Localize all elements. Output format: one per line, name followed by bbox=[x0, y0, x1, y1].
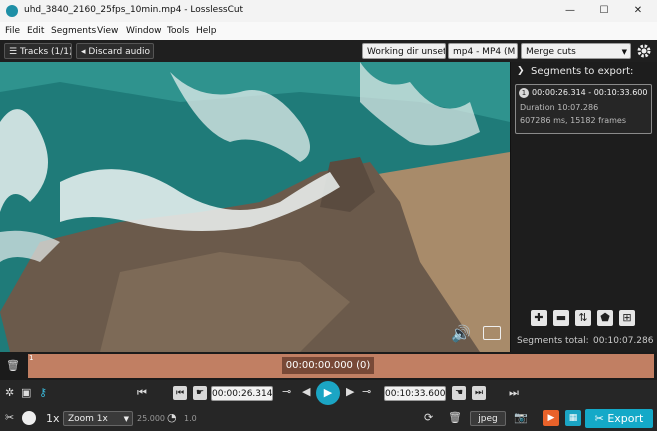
video-frame bbox=[0, 62, 510, 352]
image-icon[interactable]: ▣ bbox=[21, 386, 31, 399]
segment-marker: 1 bbox=[29, 354, 34, 362]
merge-cuts-label: Merge cuts bbox=[526, 47, 576, 57]
fps-value: 25.000 bbox=[137, 414, 165, 423]
playback-controls: ✲ ▣ ⚷ ⏮ ⏮ ☛ 00:00:26.314 ⊸ ◀ ▶ ▶ ⊸ 00:10… bbox=[0, 380, 657, 407]
reorder-segments-button[interactable]: ⇅ bbox=[575, 310, 591, 326]
key-start-icon[interactable]: ⊸ bbox=[282, 385, 291, 398]
working-dir-button[interactable]: Working dir unset bbox=[362, 43, 446, 59]
segments-total-label: Segments total: bbox=[517, 336, 589, 346]
tracks-label: Tracks (1/1) bbox=[19, 47, 72, 57]
segment-duration: Duration 10:07.286 bbox=[520, 103, 599, 112]
segments-total-value: 00:10:07.286 bbox=[593, 336, 654, 346]
menu-view[interactable]: View bbox=[97, 26, 118, 36]
title-bar: uhd_3840_2160_25fps_10min.mp4 - Lossless… bbox=[0, 0, 657, 22]
gear-small-icon[interactable]: ✲ bbox=[5, 386, 14, 399]
menu-tools[interactable]: Tools bbox=[167, 26, 189, 36]
zoom-label: Zoom 1x bbox=[68, 414, 108, 424]
segments-panel: ❯ Segments to export: 1 00:00:26.314 - 0… bbox=[510, 62, 657, 352]
split-segment-button[interactable]: ⊞ bbox=[619, 310, 635, 326]
scissors-export-icon: ✂ bbox=[594, 412, 608, 425]
set-cut-start-button[interactable]: ☛ bbox=[193, 386, 207, 400]
jump-cut-end-button[interactable]: ⏭ bbox=[472, 386, 486, 400]
format-select[interactable]: mp4 - MP4 (M bbox=[448, 43, 518, 59]
play-button[interactable]: ▶ bbox=[316, 381, 340, 405]
capture-format-select[interactable]: jpeg bbox=[470, 411, 506, 426]
set-cut-end-button[interactable]: ☚ bbox=[452, 386, 466, 400]
remove-segment-button[interactable]: ▬ bbox=[553, 310, 569, 326]
chevron-right-icon[interactable]: ❯ bbox=[517, 66, 525, 76]
calendar-icon[interactable]: ▦ bbox=[565, 410, 581, 426]
menu-edit[interactable]: Edit bbox=[27, 26, 44, 36]
menu-bar: File Edit Segments View Window Tools Hel… bbox=[0, 22, 657, 40]
cut-end-time-input[interactable]: 00:10:33.600 bbox=[384, 386, 446, 401]
key-icon[interactable]: ⚷ bbox=[39, 386, 47, 399]
toolbar: ☰ Tracks (1/1) ◂ Discard audio Working d… bbox=[0, 40, 657, 62]
segment-range: 00:00:26.314 - 00:10:33.600 bbox=[532, 88, 648, 97]
key-end-icon[interactable]: ⊸ bbox=[362, 385, 371, 398]
step-forward-icon[interactable]: ▶ bbox=[346, 385, 354, 398]
tracks-button[interactable]: ☰ Tracks (1/1) bbox=[4, 43, 72, 59]
export-label: Export bbox=[607, 412, 644, 425]
subtitles-icon[interactable] bbox=[483, 326, 501, 340]
zoom-select[interactable]: Zoom 1x ▼ bbox=[63, 411, 133, 426]
volume-icon[interactable]: 🔊 bbox=[451, 324, 471, 343]
export-mode-button[interactable]: ▶ bbox=[543, 410, 559, 426]
window-title: uhd_3840_2160_25fps_10min.mp4 - Lossless… bbox=[24, 5, 244, 15]
bottom-bar: ✂ 1x Zoom 1x ▼ 25.000 ◔ 1.0 ⟳ 🗑 jpeg 📷 ▶… bbox=[0, 407, 657, 431]
discard-audio-label: Discard audio bbox=[88, 47, 151, 57]
timeline[interactable]: 🗑 1 00:00:00.000 (0) bbox=[0, 352, 657, 380]
scissors-icon[interactable]: ✂ bbox=[5, 411, 14, 424]
close-button[interactable]: ✕ bbox=[628, 4, 648, 18]
merge-cuts-select[interactable]: Merge cuts ▼ bbox=[521, 43, 631, 59]
segment-card[interactable]: 1 00:00:26.314 - 00:10:33.600 Duration 1… bbox=[515, 84, 652, 134]
menu-segments[interactable]: Segments bbox=[51, 26, 96, 36]
menu-file[interactable]: File bbox=[5, 26, 20, 36]
current-time-display: 00:00:00.000 (0) bbox=[282, 357, 374, 374]
step-back-icon[interactable]: ◀ bbox=[302, 385, 310, 398]
speed-dial-icon[interactable]: ◔ bbox=[167, 411, 177, 424]
list-icon: ☰ bbox=[9, 47, 20, 57]
segment-frames: 607286 ms, 15182 frames bbox=[520, 116, 627, 125]
add-segment-button[interactable]: ✚ bbox=[531, 310, 547, 326]
chevron-down-icon: ▼ bbox=[621, 48, 627, 56]
playback-speed-label[interactable]: 1x bbox=[46, 412, 60, 425]
menu-help[interactable]: Help bbox=[196, 26, 217, 36]
app-icon bbox=[6, 5, 18, 17]
discard-audio-button[interactable]: ◂ Discard audio bbox=[76, 43, 154, 59]
trash-icon[interactable]: 🗑 bbox=[6, 359, 20, 372]
minimize-button[interactable]: — bbox=[560, 4, 580, 18]
cut-start-time-input[interactable]: 00:00:26.314 bbox=[211, 386, 273, 401]
camera-icon[interactable]: 📷 bbox=[514, 411, 528, 424]
jump-start-icon[interactable]: ⏮ bbox=[137, 386, 147, 400]
jump-end-icon[interactable]: ⏭ bbox=[509, 386, 519, 400]
speed-value: 1.0 bbox=[184, 414, 197, 423]
gear-icon[interactable] bbox=[636, 42, 652, 60]
maximize-button[interactable]: ☐ bbox=[594, 4, 614, 18]
menu-window[interactable]: Window bbox=[126, 26, 162, 36]
delete-icon[interactable]: 🗑 bbox=[448, 411, 462, 424]
segments-header: Segments to export: bbox=[531, 66, 634, 77]
video-player[interactable]: 🔊 bbox=[0, 62, 510, 352]
segment-index-badge: 1 bbox=[519, 88, 529, 98]
rotate-icon[interactable]: ⟳ bbox=[424, 411, 433, 424]
export-button[interactable]: ✂ Export bbox=[585, 409, 653, 428]
chevron-down-icon: ▼ bbox=[123, 415, 129, 423]
tag-segment-button[interactable]: ⬟ bbox=[597, 310, 613, 326]
yin-yang-icon[interactable] bbox=[22, 411, 36, 425]
jump-cut-start-button[interactable]: ⏮ bbox=[173, 386, 187, 400]
